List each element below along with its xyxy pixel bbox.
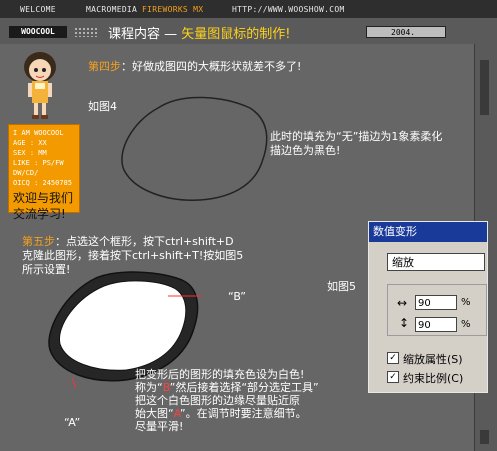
profile-card: I AM WOOCOOL AGE : XX SEX : MM LIKE : PS…: [8, 124, 80, 221]
bottom-note: 把变形后的图形的填充色设为白色! 称为“B”然后接着选择“部分选定工具” 把这个…: [135, 368, 319, 433]
height-arrow-icon: ↕: [399, 316, 410, 330]
bottom-note-line4b: ”。在调节时要注意细节。: [179, 407, 307, 420]
dialog-title: 数值变形: [369, 222, 487, 242]
scrollbar-thumb[interactable]: [480, 60, 489, 115]
profile-line: I AM WOOCOOL: [13, 129, 64, 137]
profile-line: DW/CD/: [13, 169, 39, 177]
bottom-note-line2a: 称为“: [135, 381, 163, 394]
site-logo[interactable]: WOOCOOL: [9, 26, 67, 38]
scale-attributes-checkbox[interactable]: ✓: [387, 352, 399, 364]
constrain-label: 约束比例(C): [403, 372, 464, 385]
welcome-line-2: 交流学习!: [13, 207, 66, 221]
profile-line: AGE : XX: [13, 139, 47, 147]
page-title: 课程内容 — 矢量图鼠标的制作!: [108, 23, 291, 42]
width-arrow-icon: ↔: [397, 296, 408, 310]
top-bar: WELCOME MACROMEDIA FIREWORKS MX HTTP://W…: [0, 0, 497, 18]
numeric-transform-dialog: 数值变形 缩放 ↔ 90 % ↕ 90 % ✓ 缩放属性(S) ✓ 约束比例(C…: [368, 221, 488, 393]
step5-label: 第五步: [22, 235, 55, 248]
label-b: “B”: [228, 290, 247, 303]
welcome-line: 欢迎与我们: [13, 191, 74, 205]
transform-mode-select[interactable]: 缩放: [387, 253, 485, 271]
fill-note-line1: 此时的填充为“无”描边为1象素柔化: [270, 130, 443, 143]
bottom-note-line2b: ”然后接着选择“部分选定工具”: [169, 381, 319, 394]
fill-note: 此时的填充为“无”描边为1象素柔化 描边色为黑色!: [270, 130, 442, 158]
step4-body: ：好做成图四的大概形状就差不多了!: [121, 60, 302, 73]
scale-attributes-label: 缩放属性(S): [403, 353, 463, 366]
avatar: [24, 52, 56, 119]
figure5-label: 如图5: [327, 280, 356, 293]
figure4-shape: [121, 96, 268, 201]
bottom-note-line3: 把这个白色图形的边缘尽量贴近原: [135, 394, 300, 407]
step5-line2: 克隆此图形，接着按下ctrl+shift+T!按如图5: [22, 249, 244, 262]
brand-text: MACROMEDIA: [86, 5, 138, 14]
constrain-checkbox[interactable]: ✓: [387, 371, 399, 383]
bottom-note-line5: 尽量平滑!: [135, 420, 184, 433]
height-input[interactable]: 90: [415, 317, 457, 332]
welcome-text: WELCOME: [20, 5, 56, 14]
url-link[interactable]: HTTP://WWW.WOOSHOW.COM: [232, 5, 345, 14]
dots-decoration: [74, 27, 98, 37]
step4-label: 第四步: [88, 60, 121, 73]
width-input[interactable]: 90: [415, 295, 457, 310]
brand-accent: FIREWORKS MX: [142, 5, 204, 14]
fill-note-line2: 描边色为黑色!: [270, 144, 341, 157]
height-unit: %: [461, 319, 471, 330]
step5-line1: ：点选这个框形，按下ctrl+shift+D: [55, 235, 234, 248]
bottom-note-b: B: [162, 381, 170, 394]
year-badge: 2004.: [366, 26, 446, 38]
bottom-note-line1: 把变形后的图形的填充色设为白色!: [135, 368, 305, 381]
course-label: 课程内容 —: [108, 27, 178, 42]
bottom-note-line4a: 始大图“: [135, 407, 174, 420]
label-a: “A”: [64, 416, 81, 429]
scrollbar-end[interactable]: [480, 430, 489, 444]
course-title: 矢量图鼠标的制作!: [181, 27, 291, 42]
profile-line: LIKE : PS/FW: [13, 159, 64, 167]
step4-text: 第四步：好做成图四的大概形状就差不多了!: [88, 60, 301, 74]
width-unit: %: [461, 297, 471, 308]
profile-line: OICQ : 2450785: [13, 179, 73, 187]
profile-line: SEX : MM: [13, 149, 47, 157]
